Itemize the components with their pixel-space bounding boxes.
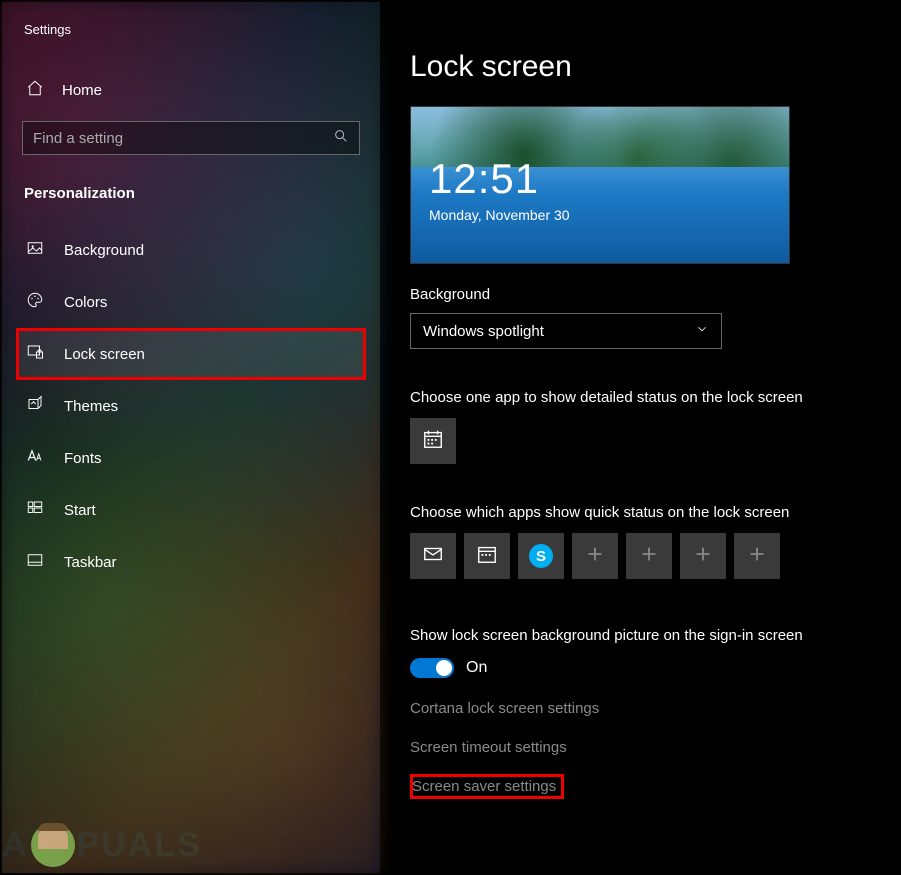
quick-app-add-2[interactable] <box>626 533 672 579</box>
signin-bg-toggle[interactable] <box>410 658 454 678</box>
nav-background[interactable]: Background <box>2 224 380 276</box>
plus-icon <box>746 543 768 570</box>
detailed-status-app[interactable] <box>410 418 456 464</box>
plus-icon <box>638 543 660 570</box>
main-content: Lock screen 12:51 Monday, November 30 Ba… <box>380 2 899 873</box>
section-header: Personalization <box>2 175 380 224</box>
page-title: Lock screen <box>410 50 869 84</box>
lock-screen-icon <box>26 343 44 365</box>
background-label: Background <box>410 286 869 303</box>
link-timeout[interactable]: Screen timeout settings <box>410 739 869 756</box>
avatar-icon <box>31 823 75 867</box>
detailed-status-label: Choose one app to show detailed status o… <box>410 389 869 406</box>
preview-date: Monday, November 30 <box>429 207 570 223</box>
search-input[interactable] <box>33 130 333 147</box>
toggle-state: On <box>466 659 487 677</box>
nav-home[interactable]: Home <box>2 67 380 113</box>
picture-icon <box>26 239 44 261</box>
preview-time: 12:51 <box>429 155 539 203</box>
quick-app-skype[interactable]: S <box>518 533 564 579</box>
nav-lock-screen[interactable]: Lock screen <box>16 328 366 380</box>
nav-colors[interactable]: Colors <box>2 276 380 328</box>
plus-icon <box>692 543 714 570</box>
nav-label: Colors <box>64 294 107 311</box>
calendar-icon <box>476 543 498 570</box>
home-label: Home <box>62 82 102 99</box>
nav-label: Lock screen <box>64 346 145 363</box>
dropdown-value: Windows spotlight <box>423 323 544 340</box>
mail-icon <box>422 543 444 570</box>
signin-bg-label: Show lock screen background picture on t… <box>410 627 869 644</box>
watermark: A PUALS <box>2 823 202 867</box>
quick-app-add-3[interactable] <box>680 533 726 579</box>
quick-app-add-1[interactable] <box>572 533 618 579</box>
link-cortana[interactable]: Cortana lock screen settings <box>410 700 869 717</box>
chevron-down-icon <box>695 322 709 340</box>
quick-app-mail[interactable] <box>410 533 456 579</box>
search-icon <box>333 128 349 149</box>
nav-label: Fonts <box>64 450 102 467</box>
taskbar-icon <box>26 551 44 573</box>
themes-icon <box>26 395 44 417</box>
search-box[interactable] <box>22 121 360 155</box>
quick-app-calendar[interactable] <box>464 533 510 579</box>
fonts-icon <box>26 447 44 469</box>
palette-icon <box>26 291 44 313</box>
plus-icon <box>584 543 606 570</box>
nav-start[interactable]: Start <box>2 484 380 536</box>
nav-label: Start <box>64 502 96 519</box>
link-screen-saver[interactable]: Screen saver settings <box>410 774 564 799</box>
background-dropdown[interactable]: Windows spotlight <box>410 313 722 349</box>
nav-themes[interactable]: Themes <box>2 380 380 432</box>
app-title: Settings <box>2 22 380 67</box>
nav-label: Taskbar <box>64 554 117 571</box>
skype-icon: S <box>529 544 553 568</box>
quick-status-label: Choose which apps show quick status on t… <box>410 504 869 521</box>
nav-label: Themes <box>64 398 118 415</box>
nav-fonts[interactable]: Fonts <box>2 432 380 484</box>
quick-status-row: S <box>410 533 869 579</box>
calendar-icon <box>422 428 444 455</box>
start-icon <box>26 499 44 521</box>
sidebar: Settings Home Personalization Background <box>2 2 380 873</box>
home-icon <box>26 79 44 101</box>
nav-taskbar[interactable]: Taskbar <box>2 536 380 588</box>
nav-label: Background <box>64 242 144 259</box>
quick-app-add-4[interactable] <box>734 533 780 579</box>
lock-screen-preview[interactable]: 12:51 Monday, November 30 <box>410 106 790 264</box>
